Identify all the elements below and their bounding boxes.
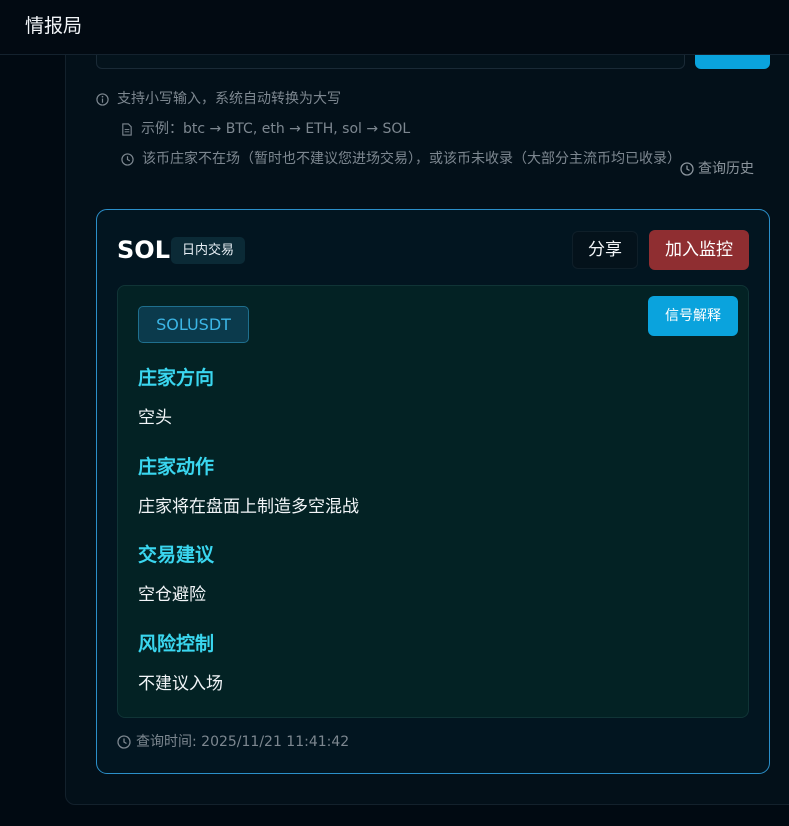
time-clock-icon bbox=[117, 735, 131, 749]
section-value-risk: 不建议入场 bbox=[138, 674, 223, 694]
query-time: 查询时间: 2025/11/21 11:41:42 bbox=[117, 732, 349, 752]
share-button[interactable]: 分享 bbox=[572, 231, 638, 269]
section-value-action: 庄家将在盘面上制造多空混战 bbox=[138, 497, 359, 517]
query-history-link[interactable]: 查询历史 bbox=[680, 159, 754, 179]
app-title: 情报局 bbox=[25, 15, 83, 37]
section-title-advice: 交易建议 bbox=[138, 544, 215, 566]
section-title-action: 庄家动作 bbox=[138, 456, 215, 478]
section-value-direction: 空头 bbox=[138, 408, 172, 428]
hint-example-text: 示例：btc → BTC, eth → ETH, sol → SOL bbox=[141, 121, 411, 137]
trading-pair-badge: SOLUSDT bbox=[138, 306, 249, 343]
clock-icon bbox=[121, 153, 134, 166]
query-history-label: 查询历史 bbox=[698, 161, 754, 177]
hint-lowercase-text: 支持小写输入，系统自动转换为大写 bbox=[117, 91, 341, 107]
hint-notice-text: 该币庄家不在场（暂时也不建议您进场交易），或该币未收录（大部分主流币均已收录） bbox=[142, 151, 681, 167]
signal-explain-button[interactable]: 信号解释 bbox=[648, 296, 738, 336]
query-time-text: 查询时间: 2025/11/21 11:41:42 bbox=[136, 734, 350, 750]
top-bar: 情报局 bbox=[0, 0, 789, 55]
document-icon bbox=[122, 123, 132, 136]
hint-lowercase: 支持小写输入，系统自动转换为大写 bbox=[96, 89, 341, 109]
history-clock-icon bbox=[680, 162, 694, 176]
hint-notice: 该币庄家不在场（暂时也不建议您进场交易），或该币未收录（大部分主流币均已收录） bbox=[121, 149, 681, 169]
add-monitor-button[interactable]: 加入监控 bbox=[649, 230, 749, 270]
info-icon bbox=[96, 93, 109, 106]
result-symbol: SOL bbox=[117, 236, 170, 264]
trade-mode-badge: 日内交易 bbox=[171, 237, 246, 264]
section-title-direction: 庄家方向 bbox=[138, 367, 215, 389]
section-value-advice: 空仓避险 bbox=[138, 585, 206, 605]
section-title-risk: 风险控制 bbox=[138, 633, 215, 655]
hint-example: 示例：btc → BTC, eth → ETH, sol → SOL bbox=[121, 119, 410, 139]
